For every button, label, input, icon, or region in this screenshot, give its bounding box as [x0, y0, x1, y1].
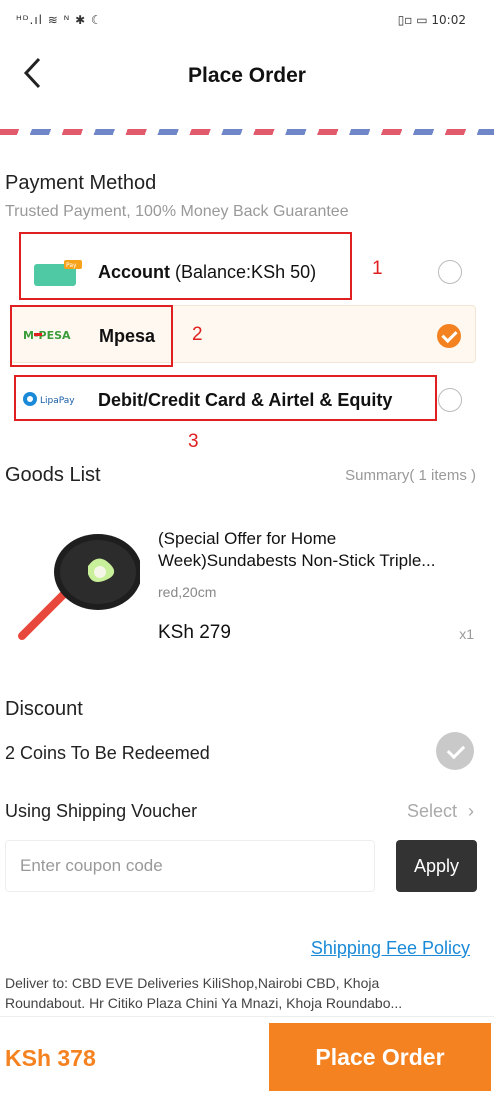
- annotation-box-2: [10, 305, 173, 367]
- voucher-select-label: Select: [406, 801, 457, 821]
- coins-redeem-label: 2 Coins To Be Redeemed: [5, 743, 210, 763]
- place-order-button[interactable]: Place Order: [269, 1023, 491, 1091]
- product-name-line2: Week)Sundabests Non-Stick Triple...: [158, 551, 436, 570]
- status-bar: ᴴᴰ.ıl ≋ ᴺ ✱ ☾ ▯▫ ▭ 10:02: [0, 0, 494, 44]
- payment-method-title: Payment Method: [5, 172, 157, 194]
- header: Place Order: [0, 44, 494, 114]
- payment-method-subtitle: Trusted Payment, 100% Money Back Guarant…: [5, 203, 349, 220]
- airmail-divider: [0, 129, 494, 135]
- annotation-box-1: [19, 232, 352, 300]
- product-variant: red,20cm: [158, 584, 217, 600]
- page-title: Place Order: [188, 64, 306, 87]
- product-name[interactable]: (Special Offer for Home Week)Sundabests …: [158, 528, 474, 572]
- status-icons-left: ᴴᴰ.ıl ≋ ᴺ ✱ ☾: [16, 13, 103, 27]
- goods-list-title: Goods List: [5, 464, 101, 486]
- coupon-input[interactable]: [5, 840, 375, 892]
- card-radio[interactable]: [438, 388, 462, 412]
- apply-button[interactable]: Apply: [396, 840, 477, 892]
- goods-summary: Summary( 1 items ): [345, 467, 476, 484]
- delivery-address-line2: Roundabout. Hr Citiko Plaza Chini Ya Mna…: [5, 995, 403, 1011]
- annotation-number-1: 1: [372, 258, 383, 279]
- product-price: KSh 279: [158, 622, 231, 643]
- shipping-voucher-label: Using Shipping Voucher: [5, 801, 198, 821]
- shipping-fee-policy-link[interactable]: Shipping Fee Policy: [311, 938, 470, 959]
- coins-checkbox[interactable]: [436, 732, 474, 770]
- delivery-address[interactable]: Deliver to: CBD EVE Deliveries KiliShop,…: [5, 973, 469, 1013]
- voucher-select[interactable]: Select ›: [407, 801, 474, 822]
- delivery-address-line1: Deliver to: CBD EVE Deliveries KiliShop,…: [5, 975, 380, 991]
- product-name-line1: (Special Offer for Home: [158, 529, 337, 548]
- annotation-box-3: [14, 375, 437, 421]
- chevron-right-icon: ›: [468, 801, 474, 821]
- discount-title: Discount: [5, 698, 83, 720]
- footer-divider: [0, 1016, 494, 1017]
- product-quantity: x1: [459, 626, 474, 642]
- mpesa-radio-checked[interactable]: [437, 324, 461, 348]
- account-radio[interactable]: [438, 260, 462, 284]
- status-icons-right: ▯▫ ▭ 10:02: [397, 13, 466, 27]
- annotation-number-3: 3: [188, 431, 199, 452]
- frying-pan-image: [18, 528, 142, 640]
- annotation-number-2: 2: [192, 324, 203, 345]
- order-total: KSh 378: [5, 1045, 96, 1071]
